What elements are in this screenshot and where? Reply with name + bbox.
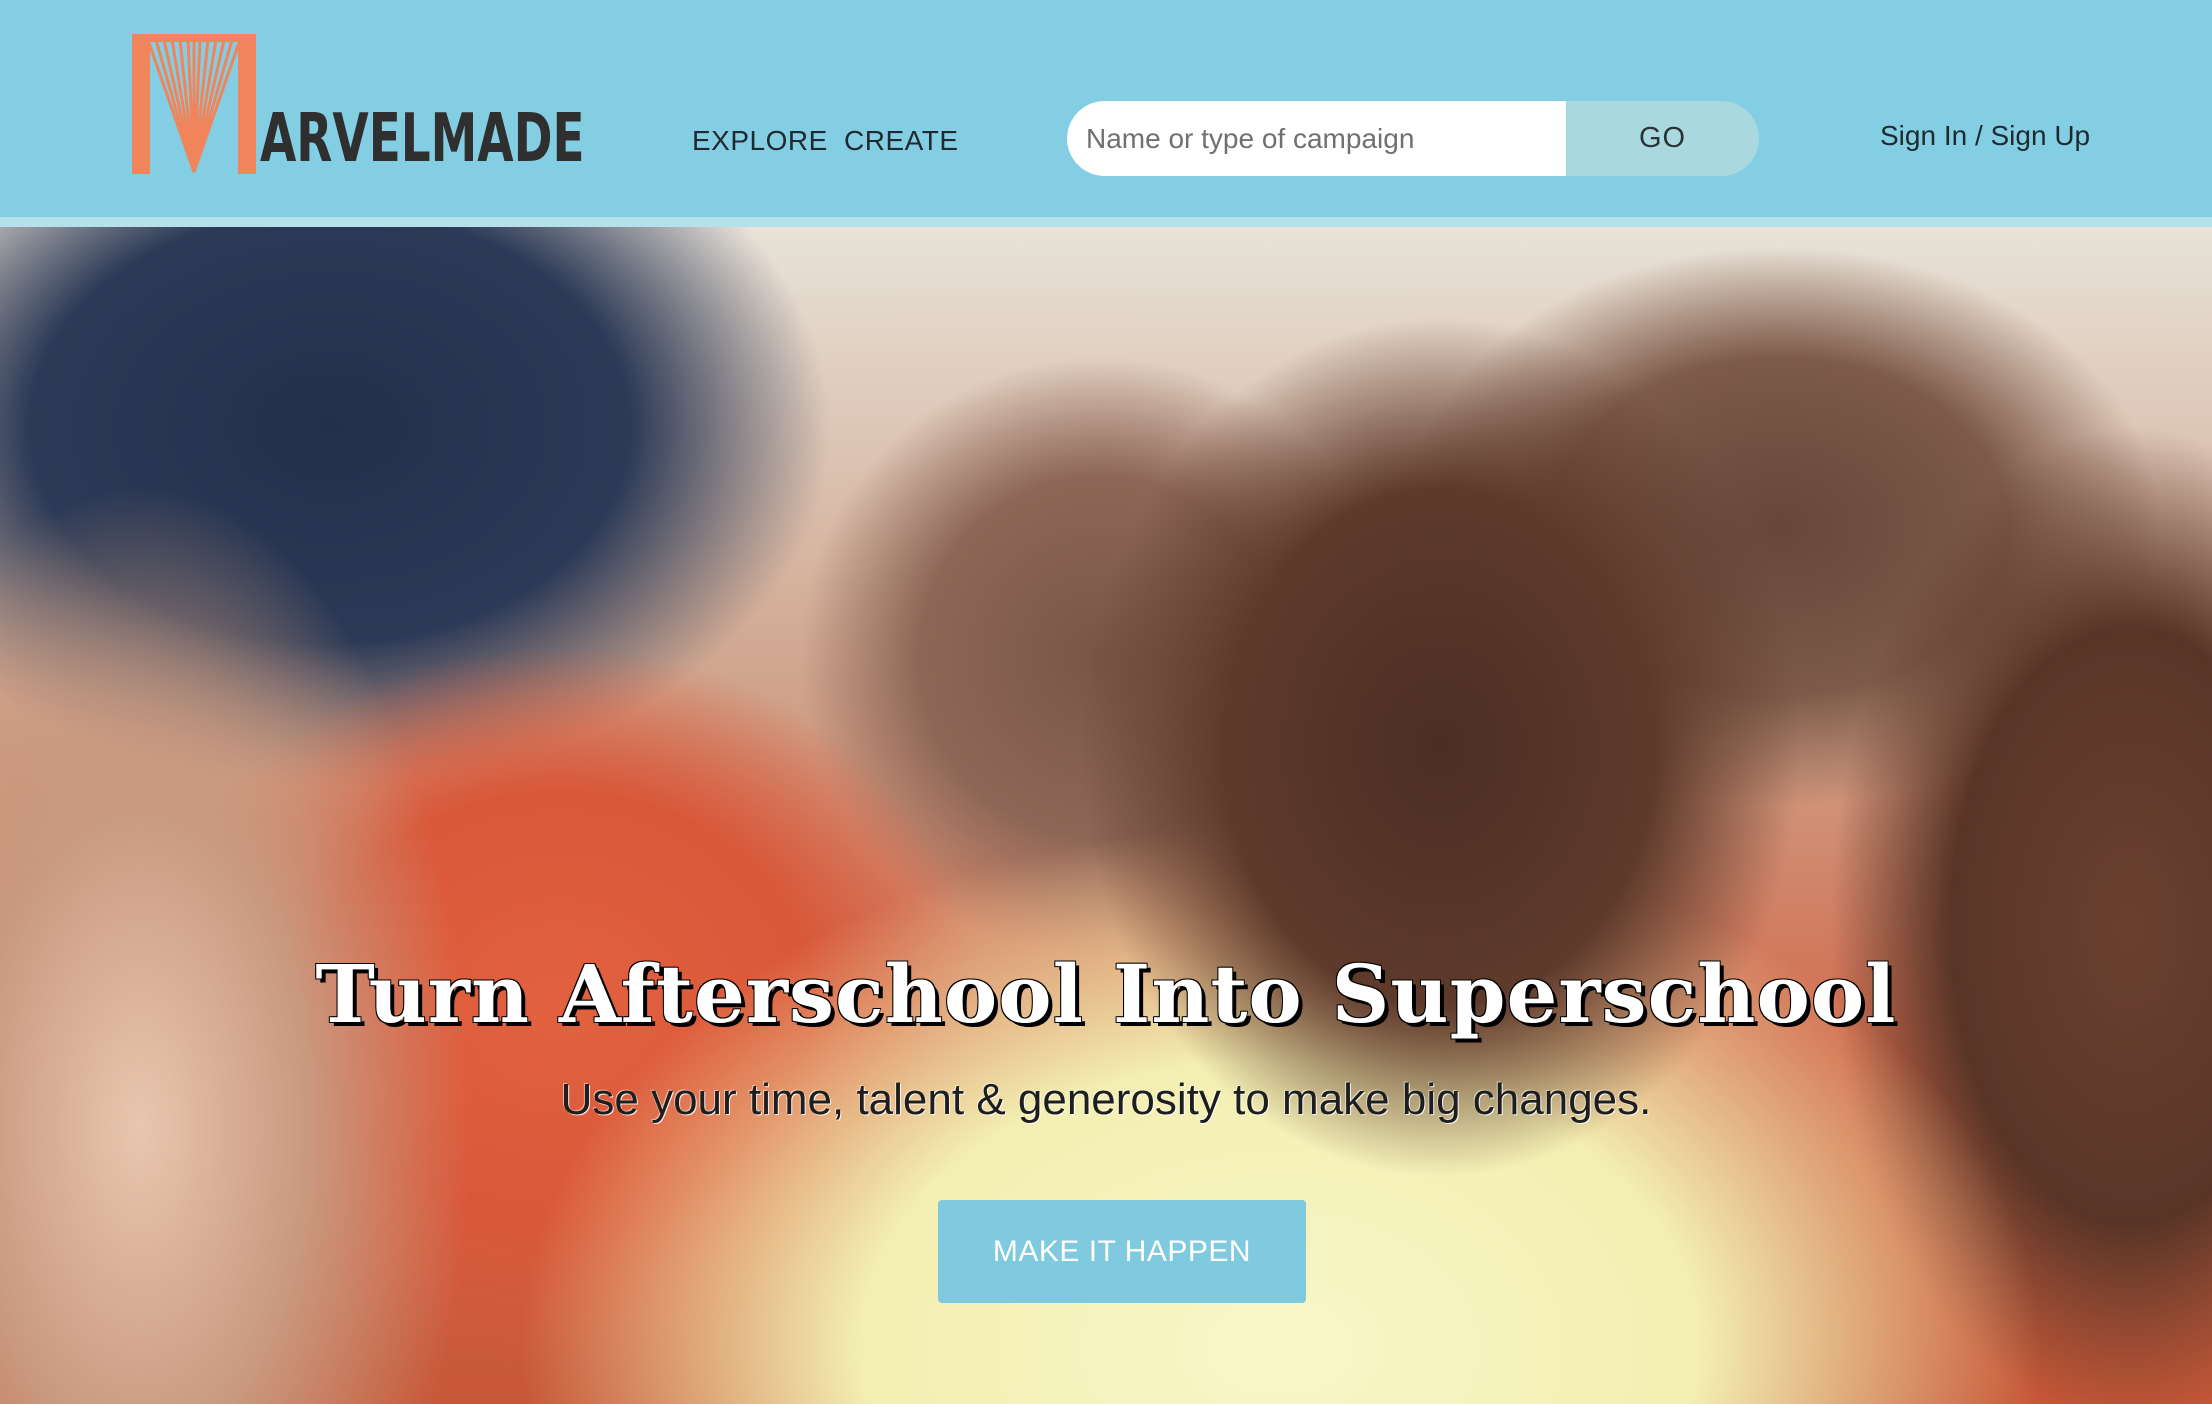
sign-in-sign-up-link[interactable]: Sign In / Sign Up xyxy=(1880,115,2090,157)
make-it-happen-button[interactable]: MAKE IT HAPPEN xyxy=(938,1200,1306,1303)
hero-title: Turn Afterschool Into Superschool xyxy=(315,947,1897,1041)
hero-subtitle: Use your time, talent & generosity to ma… xyxy=(560,1075,1652,1124)
site-logo[interactable]: ARVELMADE xyxy=(132,34,585,177)
header-divider xyxy=(0,217,2212,227)
hero-banner: Turn Afterschool Into Superschool Use yo… xyxy=(0,227,2212,1404)
nav-create-link[interactable]: CREATE xyxy=(844,120,959,162)
campaign-search-input[interactable] xyxy=(1067,101,1566,176)
logo-wordmark: ARVELMADE xyxy=(260,99,585,177)
site-header: ARVELMADE EXPLORE CREATE GO Sign In / Si… xyxy=(0,0,2212,217)
campaign-search: GO xyxy=(1067,101,1759,176)
search-go-button[interactable]: GO xyxy=(1566,101,1759,176)
book-fan-logo-icon xyxy=(132,34,256,174)
nav-explore-link[interactable]: EXPLORE xyxy=(692,120,828,162)
